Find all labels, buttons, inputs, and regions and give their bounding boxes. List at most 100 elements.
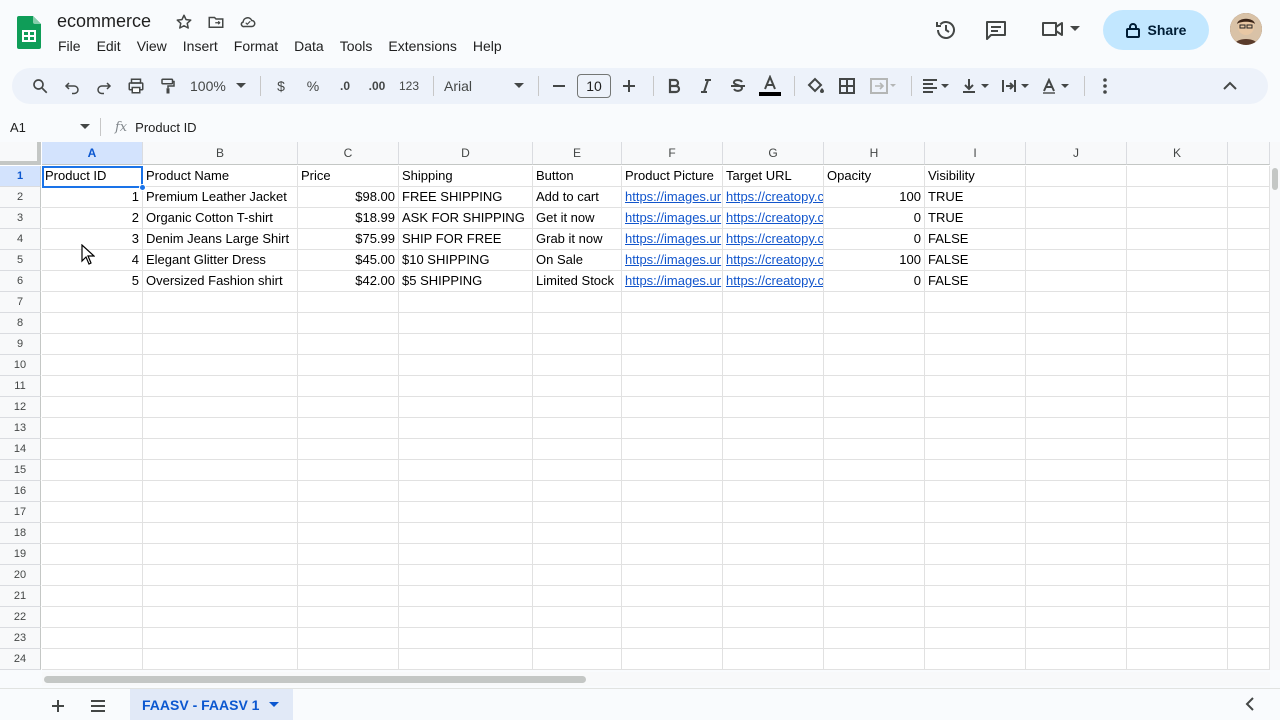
cell-e23[interactable]: [533, 628, 622, 649]
cell-k22[interactable]: [1127, 607, 1228, 628]
borders-button[interactable]: [833, 72, 861, 100]
paint-format-button[interactable]: [154, 72, 182, 100]
cell-e4[interactable]: Grab it now: [533, 229, 622, 250]
row-header-16[interactable]: 16: [0, 481, 41, 502]
cell-c5[interactable]: $45.00: [298, 250, 399, 271]
cell-i21[interactable]: [925, 586, 1026, 607]
cell-a2[interactable]: 1: [42, 187, 143, 208]
star-icon[interactable]: [172, 11, 196, 33]
cell-b21[interactable]: [143, 586, 298, 607]
cell-a1[interactable]: Product ID: [42, 166, 143, 187]
row-header-2[interactable]: 2: [0, 187, 41, 208]
cell-f5[interactable]: https://images.ur: [622, 250, 723, 271]
cell-j1[interactable]: [1026, 166, 1127, 187]
cell-j24[interactable]: [1026, 649, 1127, 670]
cell-c24[interactable]: [298, 649, 399, 670]
cell-d14[interactable]: [399, 439, 533, 460]
cell-b24[interactable]: [143, 649, 298, 670]
cell-h10[interactable]: [824, 355, 925, 376]
cell-k15[interactable]: [1127, 460, 1228, 481]
menu-data[interactable]: Data: [286, 36, 332, 56]
cell-d10[interactable]: [399, 355, 533, 376]
cell-b3[interactable]: Organic Cotton T-shirt: [143, 208, 298, 229]
cell-k2[interactable]: [1127, 187, 1228, 208]
cell-c9[interactable]: [298, 334, 399, 355]
cell-i15[interactable]: [925, 460, 1026, 481]
cell-f22[interactable]: [622, 607, 723, 628]
cell-d8[interactable]: [399, 313, 533, 334]
horizontal-scroll-thumb[interactable]: [44, 676, 586, 683]
cell-g19[interactable]: [723, 544, 824, 565]
cell-b14[interactable]: [143, 439, 298, 460]
cell-c8[interactable]: [298, 313, 399, 334]
cell-k6[interactable]: [1127, 271, 1228, 292]
column-header-i[interactable]: I: [925, 142, 1026, 165]
cell-a6[interactable]: 5: [42, 271, 143, 292]
cell-h22[interactable]: [824, 607, 925, 628]
name-box[interactable]: A1: [0, 115, 100, 139]
cell-k7[interactable]: [1127, 292, 1228, 313]
cell-e17[interactable]: [533, 502, 622, 523]
more-options-button[interactable]: [1091, 72, 1119, 100]
document-title[interactable]: ecommerce: [57, 11, 151, 32]
font-size-input[interactable]: 10: [577, 74, 611, 98]
meet-button[interactable]: [1040, 18, 1080, 40]
cell-h11[interactable]: [824, 376, 925, 397]
cell-c16[interactable]: [298, 481, 399, 502]
cell-d20[interactable]: [399, 565, 533, 586]
cell-g5[interactable]: https://creatopy.c: [723, 250, 824, 271]
cell-k1[interactable]: [1127, 166, 1228, 187]
menu-help[interactable]: Help: [465, 36, 510, 56]
cell-g20[interactable]: [723, 565, 824, 586]
select-all-corner[interactable]: [0, 142, 41, 165]
cell-f12[interactable]: [622, 397, 723, 418]
row-header-3[interactable]: 3: [0, 208, 41, 229]
cell-k3[interactable]: [1127, 208, 1228, 229]
cell-f24[interactable]: [622, 649, 723, 670]
row-header-23[interactable]: 23: [0, 628, 41, 649]
comments-icon[interactable]: [984, 18, 1008, 47]
row-header-10[interactable]: 10: [0, 355, 41, 376]
column-header-c[interactable]: C: [298, 142, 399, 165]
cloud-status-icon[interactable]: [236, 11, 260, 33]
cell-f7[interactable]: [622, 292, 723, 313]
cell-h13[interactable]: [824, 418, 925, 439]
menu-extensions[interactable]: Extensions: [380, 36, 464, 56]
row-header-1[interactable]: 1: [0, 166, 41, 187]
cell-e5[interactable]: On Sale: [533, 250, 622, 271]
cell-i8[interactable]: [925, 313, 1026, 334]
cell-j3[interactable]: [1026, 208, 1127, 229]
cell-g7[interactable]: [723, 292, 824, 313]
menu-insert[interactable]: Insert: [175, 36, 226, 56]
cell-d13[interactable]: [399, 418, 533, 439]
undo-button[interactable]: [58, 72, 86, 100]
cell-a12[interactable]: [42, 397, 143, 418]
search-menus-button[interactable]: [26, 72, 54, 100]
cell-i18[interactable]: [925, 523, 1026, 544]
fill-handle[interactable]: [139, 184, 146, 191]
column-header-j[interactable]: J: [1026, 142, 1127, 165]
menu-file[interactable]: File: [50, 36, 89, 56]
formula-input[interactable]: Product ID: [135, 120, 196, 135]
cell-b12[interactable]: [143, 397, 298, 418]
cell-b1[interactable]: Product Name: [143, 166, 298, 187]
sheets-logo-icon[interactable]: [17, 16, 41, 49]
cell-e19[interactable]: [533, 544, 622, 565]
cell-g3[interactable]: https://creatopy.c: [723, 208, 824, 229]
cell-j22[interactable]: [1026, 607, 1127, 628]
cell-h24[interactable]: [824, 649, 925, 670]
font-select[interactable]: Arial: [440, 72, 528, 100]
column-header-a[interactable]: A: [42, 142, 143, 165]
cell-j21[interactable]: [1026, 586, 1127, 607]
cell-f21[interactable]: [622, 586, 723, 607]
cell-a14[interactable]: [42, 439, 143, 460]
cell-j5[interactable]: [1026, 250, 1127, 271]
cell-e10[interactable]: [533, 355, 622, 376]
cell-h21[interactable]: [824, 586, 925, 607]
cell-b22[interactable]: [143, 607, 298, 628]
cell-k24[interactable]: [1127, 649, 1228, 670]
cell-i12[interactable]: [925, 397, 1026, 418]
cell-e6[interactable]: Limited Stock: [533, 271, 622, 292]
cell-c22[interactable]: [298, 607, 399, 628]
cell-j9[interactable]: [1026, 334, 1127, 355]
